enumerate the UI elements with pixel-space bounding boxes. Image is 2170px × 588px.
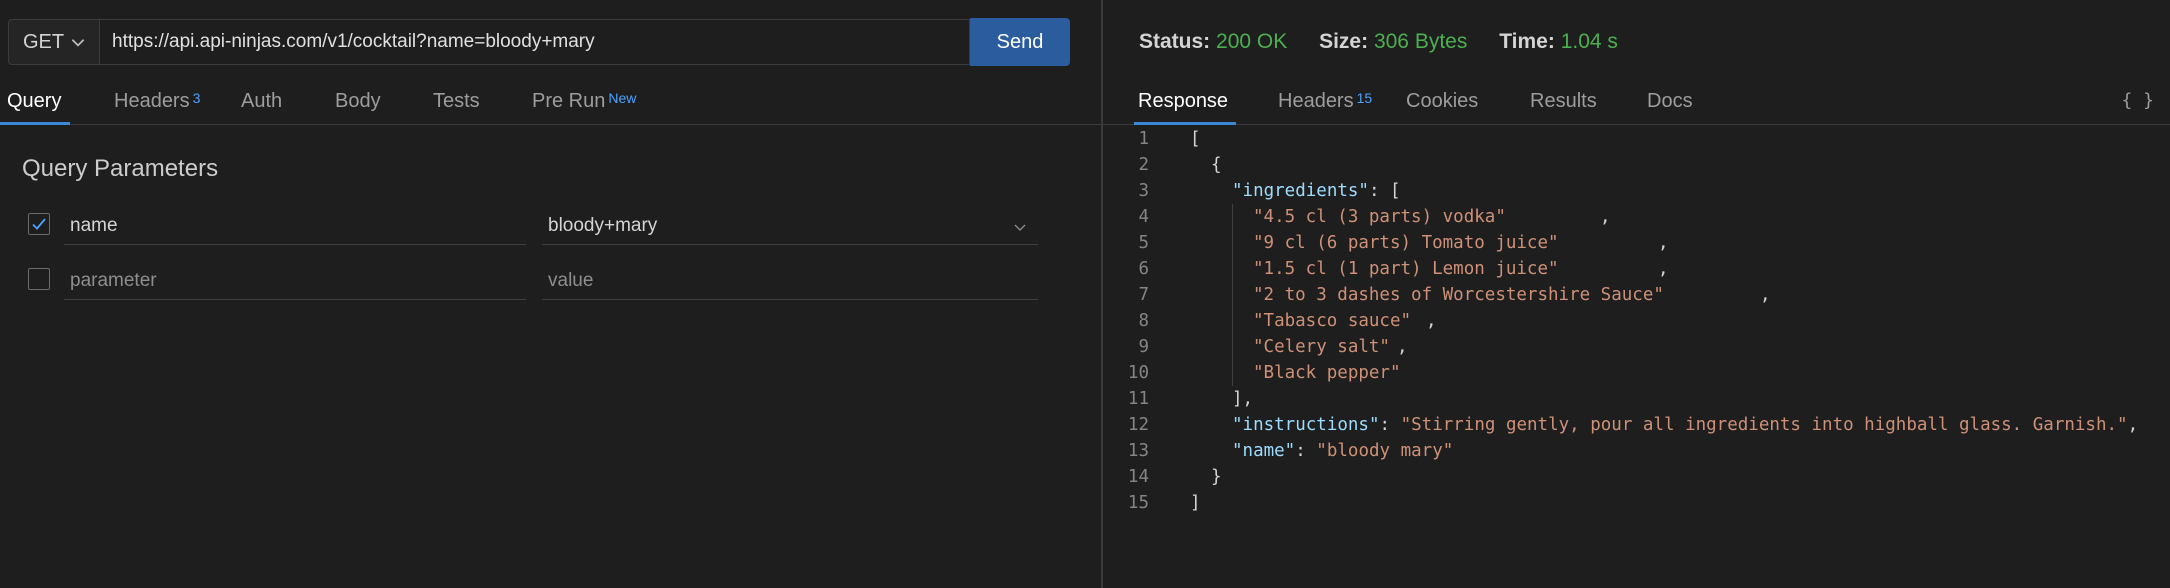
json-string: "9 cl (6 parts) Tomato juice" — [1253, 233, 1559, 253]
json-string: "Celery salt" — [1253, 337, 1390, 357]
query-parameters-title: Query Parameters — [22, 155, 219, 182]
json-string: "bloody mary" — [1316, 441, 1454, 461]
tab-cookies[interactable]: Cookies — [1406, 90, 1478, 113]
line-number: 7 — [1138, 285, 1149, 305]
time-value: 1.04 s — [1560, 30, 1618, 53]
json-string: "Black pepper" — [1253, 363, 1401, 383]
url-bar: GET https://api.api-ninjas.com/v1/cockta… — [8, 18, 1070, 67]
tab-query[interactable]: Query — [7, 90, 61, 113]
tab-response[interactable]: Response — [1138, 90, 1228, 113]
param-key-input[interactable]: name — [64, 207, 526, 245]
new-badge: New — [608, 90, 637, 106]
line-number: 9 — [1138, 337, 1149, 357]
line-number: 15 — [1127, 493, 1149, 513]
status-label: Status: — [1139, 30, 1211, 53]
response-tabs: Response Headers 15 Cookies Results Docs … — [1103, 86, 2170, 125]
check-icon — [32, 218, 46, 230]
line-number: 1 — [1138, 129, 1149, 149]
tab-headers[interactable]: Headers 3 — [114, 90, 200, 113]
json-string: "1.5 cl (1 part) Lemon juice" — [1253, 259, 1559, 279]
json-key: "instructions" — [1232, 415, 1380, 435]
json-key: "name" — [1232, 441, 1296, 461]
param-enabled-checkbox[interactable] — [28, 268, 50, 290]
line-number: 11 — [1127, 389, 1149, 409]
size-label: Size: — [1319, 30, 1369, 53]
size-value: 306 Bytes — [1373, 30, 1468, 53]
tab-docs[interactable]: Docs — [1647, 90, 1693, 113]
status-value: 200 OK — [1216, 30, 1288, 53]
json-key: "ingredients" — [1232, 181, 1369, 201]
headers-count-badge: 3 — [192, 90, 201, 106]
line-number: 5 — [1138, 233, 1149, 253]
param-row: name bloody+mary — [0, 207, 1101, 247]
line-number: 10 — [1127, 363, 1149, 383]
param-value-input[interactable]: bloody+mary — [542, 207, 1000, 245]
time-label: Time: — [1499, 30, 1555, 53]
tab-results[interactable]: Results — [1530, 90, 1597, 113]
headers-count-badge: 15 — [1356, 90, 1373, 106]
line-number: 3 — [1138, 181, 1149, 201]
request-panel: GET https://api.api-ninjas.com/v1/cockta… — [0, 0, 1101, 588]
json-string: "4.5 cl (3 parts) vodka" — [1253, 207, 1506, 227]
line-number: 2 — [1138, 155, 1149, 175]
param-row: parameter value — [0, 262, 1101, 302]
line-number: 14 — [1127, 467, 1149, 487]
tab-tests[interactable]: Tests — [433, 90, 480, 113]
param-value-extension — [1000, 262, 1038, 300]
method-label: GET — [23, 30, 65, 53]
format-toggle-button[interactable]: { } — [2121, 90, 2154, 111]
tab-pre-run[interactable]: Pre Run New — [532, 90, 636, 113]
line-number: 13 — [1127, 441, 1149, 461]
response-status-bar: Status: 200 OK Size: 306 Bytes Time: 1.0… — [1139, 30, 1618, 54]
chevron-down-icon[interactable] — [1012, 219, 1028, 235]
send-button[interactable]: Send — [970, 18, 1070, 66]
chevron-down-icon — [71, 39, 85, 47]
url-input[interactable]: https://api.api-ninjas.com/v1/cocktail?n… — [100, 19, 970, 65]
line-number: 6 — [1138, 259, 1149, 279]
tab-auth[interactable]: Auth — [241, 90, 282, 113]
method-select[interactable]: GET — [8, 19, 100, 65]
line-number: 8 — [1138, 311, 1149, 331]
response-panel: Status: 200 OK Size: 306 Bytes Time: 1.0… — [1103, 0, 2170, 588]
param-value-input[interactable]: value — [542, 262, 1000, 300]
active-tab-indicator — [0, 122, 70, 125]
tab-response-headers[interactable]: Headers 15 — [1278, 90, 1372, 113]
request-tabs: Query Headers 3 Auth Body Tests Pre Run Ne… — [0, 86, 1101, 125]
active-tab-indicator — [1134, 122, 1236, 125]
json-string: "2 to 3 dashes of Worcestershire Sauce" — [1253, 285, 1664, 305]
param-enabled-checkbox[interactable] — [28, 213, 50, 235]
json-string: "Tabasco sauce" — [1253, 311, 1412, 331]
param-key-input[interactable]: parameter — [64, 262, 526, 300]
tab-body[interactable]: Body — [335, 90, 381, 113]
line-number: 4 — [1138, 207, 1149, 227]
json-string: "Stirring gently, pour all ingredients i… — [1400, 415, 2128, 435]
line-number: 12 — [1127, 415, 1149, 435]
